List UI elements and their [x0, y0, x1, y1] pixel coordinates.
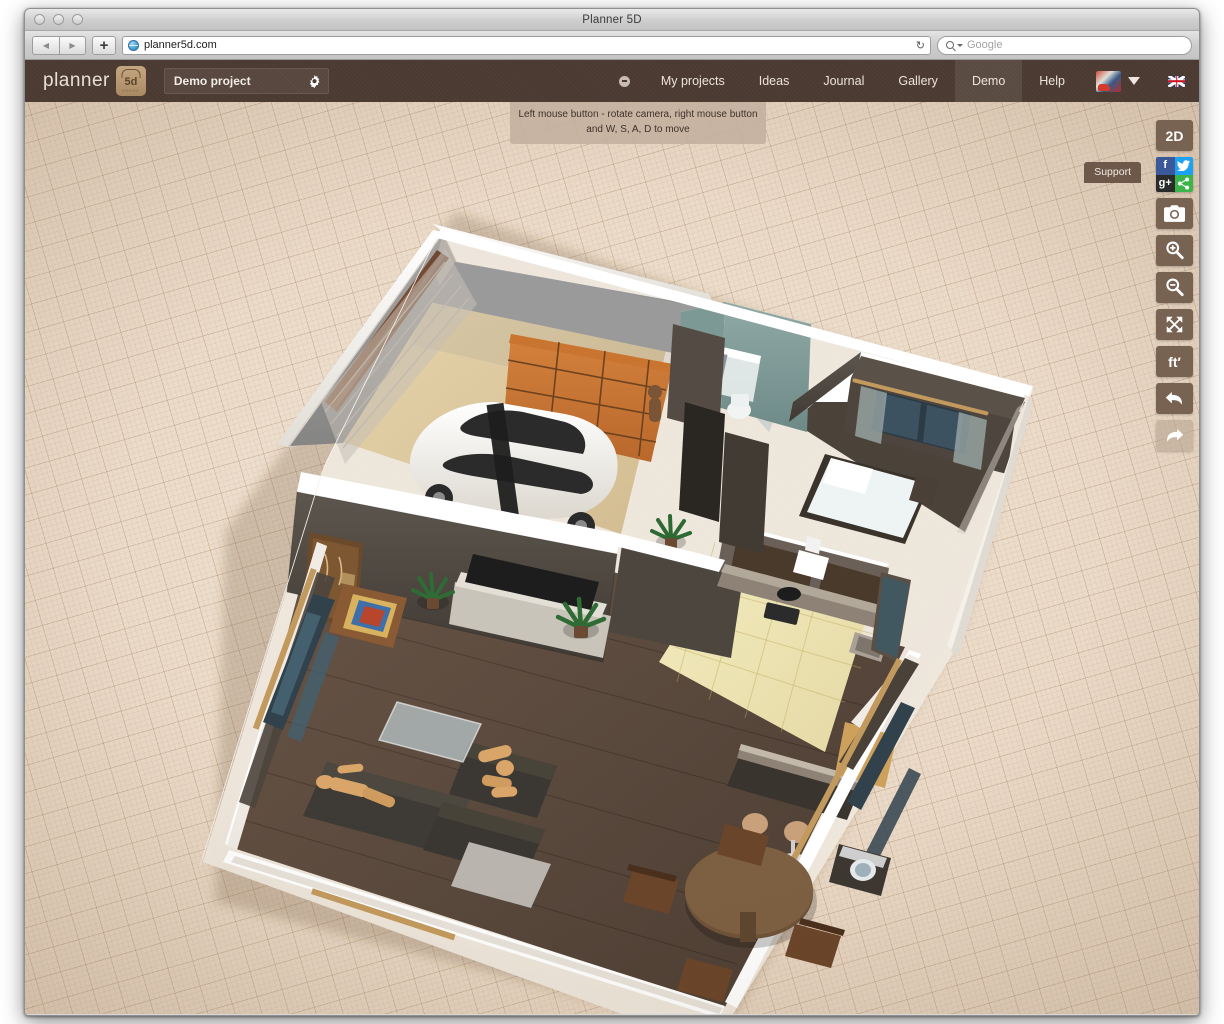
- viewport-toolbar: 2D f g+: [1156, 120, 1193, 451]
- navigation-buttons: ◀ ▶: [32, 36, 86, 55]
- search-icon: [946, 41, 954, 49]
- window-titlebar: Planner 5D: [25, 9, 1199, 31]
- project-name-text: Demo project: [174, 74, 251, 88]
- twitter-icon[interactable]: [1175, 157, 1194, 175]
- view-2d-button[interactable]: 2D: [1156, 120, 1193, 151]
- close-button[interactable]: [34, 14, 45, 25]
- nav-menu-dot[interactable]: [605, 60, 644, 102]
- magnifier-minus-icon[interactable]: [1156, 272, 1193, 303]
- language-selector[interactable]: [1154, 60, 1199, 102]
- reload-icon[interactable]: ↻: [916, 39, 925, 53]
- undo-arrow-icon[interactable]: [1156, 383, 1193, 414]
- account-menu[interactable]: [1082, 60, 1154, 102]
- gear-icon[interactable]: [308, 75, 321, 88]
- google-plus-icon[interactable]: g+: [1156, 175, 1175, 193]
- zoom-button[interactable]: [72, 14, 83, 25]
- circle-dot-icon: [619, 76, 630, 87]
- logo-wordmark: planner: [43, 70, 110, 92]
- nav-demo[interactable]: Demo: [955, 60, 1022, 102]
- planner5d-logo[interactable]: planner 5d HOUSE: [25, 60, 158, 102]
- nav-help[interactable]: Help: [1022, 60, 1082, 102]
- back-button[interactable]: ◀: [32, 36, 59, 55]
- nav-links: My projects Ideas Journal Gallery Demo H…: [605, 60, 1199, 102]
- search-placeholder: Google: [967, 39, 1002, 51]
- camera-icon[interactable]: [1156, 198, 1193, 229]
- app-top-navigation: planner 5d HOUSE Demo project: [25, 60, 1199, 102]
- support-tab[interactable]: Support: [1084, 162, 1141, 183]
- redo-arrow-icon[interactable]: [1156, 420, 1193, 451]
- logo-5d-text: 5d: [124, 77, 137, 88]
- window-controls[interactable]: [34, 14, 83, 25]
- chevron-down-icon[interactable]: [1128, 77, 1140, 85]
- uk-flag-icon: [1168, 76, 1185, 87]
- window-title: Planner 5D: [25, 14, 1199, 26]
- project-name-field[interactable]: Demo project: [164, 68, 329, 94]
- logo-badge-sub: HOUSE: [122, 89, 140, 93]
- nav-gallery[interactable]: Gallery: [881, 60, 955, 102]
- forward-button[interactable]: ▶: [59, 36, 86, 55]
- magnifier-plus-icon[interactable]: [1156, 235, 1193, 266]
- camera-hint-tooltip: Left mouse button - rotate camera, right…: [510, 102, 766, 144]
- nav-ideas[interactable]: Ideas: [742, 60, 807, 102]
- url-text: planner5d.com: [144, 39, 217, 51]
- search-dropdown-icon[interactable]: [957, 44, 963, 47]
- browser-toolbar: ◀ ▶ + planner5d.com ↻ Google: [25, 31, 1199, 60]
- avatar[interactable]: [1096, 71, 1121, 92]
- nav-my-projects[interactable]: My projects: [644, 60, 742, 102]
- address-bar[interactable]: planner5d.com ↻: [122, 36, 931, 55]
- units-toggle-button[interactable]: ft′: [1156, 346, 1193, 377]
- floorplan-3d-viewport[interactable]: Left mouse button - rotate camera, right…: [25, 102, 1199, 1014]
- logo-house-badge: 5d HOUSE: [116, 66, 146, 96]
- site-globe-icon: [128, 40, 139, 51]
- expand-arrows-icon[interactable]: [1156, 309, 1193, 340]
- minimize-button[interactable]: [53, 14, 64, 25]
- search-field[interactable]: Google: [937, 36, 1192, 55]
- viewport-vignette: [25, 102, 1199, 1014]
- planner5d-app: Left mouse button - rotate camera, right…: [25, 60, 1199, 1014]
- new-tab-button[interactable]: +: [92, 36, 116, 55]
- social-share-grid[interactable]: f g+: [1156, 157, 1193, 192]
- share-icon[interactable]: [1175, 175, 1194, 193]
- facebook-icon[interactable]: f: [1156, 157, 1175, 175]
- nav-journal[interactable]: Journal: [806, 60, 881, 102]
- browser-window: Planner 5D ◀ ▶ + planner5d.com ↻ Google: [24, 8, 1200, 1016]
